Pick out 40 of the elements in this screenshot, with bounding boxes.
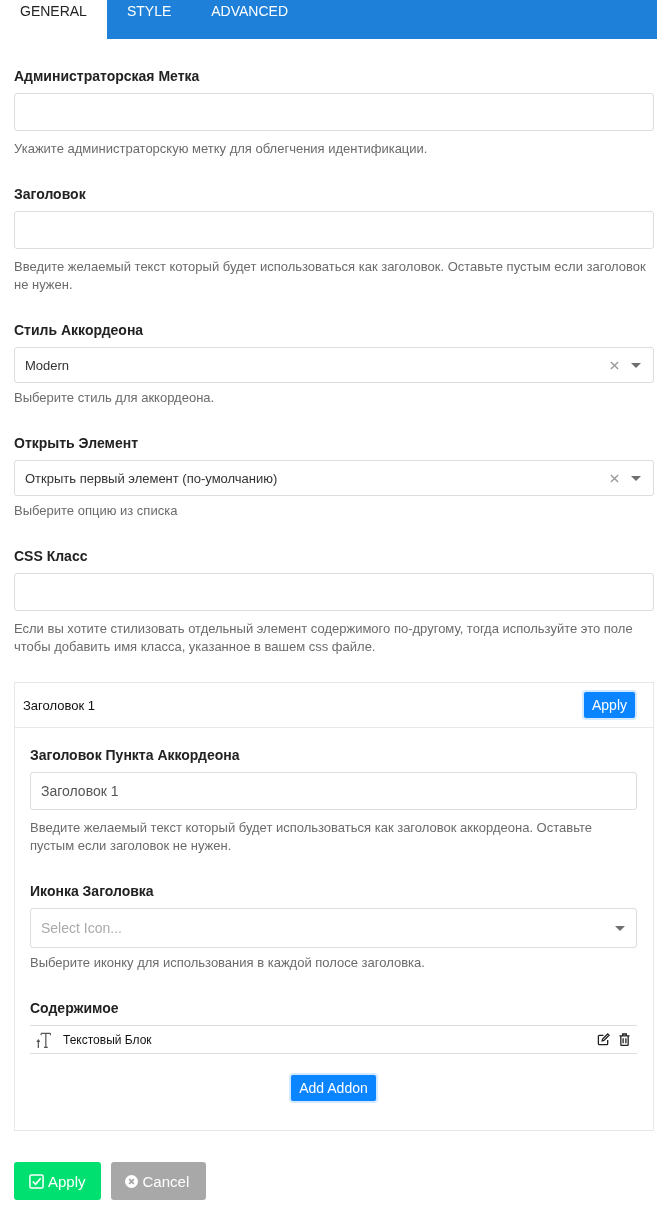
cancel-icon [124, 1174, 138, 1188]
help-text: Введите желаемый текст который будет использоваться как заголовок. Оставьте пустым если заголовок не нужен. [14, 258, 647, 294]
tab[interactable]: ADVANCED [191, 0, 309, 39]
clear-icon[interactable] [610, 473, 619, 483]
trash-icon[interactable] [619, 1033, 630, 1046]
field-label: Открыть Элемент [14, 434, 139, 453]
tab[interactable]: STYLE [106, 0, 192, 39]
field-label: Заголовок [14, 185, 87, 204]
help-text: Укажите администраторскую метку для облегчения идентификации. [14, 140, 429, 158]
dropdown[interactable]: Modern [14, 347, 654, 383]
checkbox-icon [29, 1173, 44, 1189]
icon-dropdown[interactable]: Select Icon... [30, 908, 637, 948]
field-label: Администраторская Метка [14, 67, 201, 86]
cancel-button[interactable]: Cancel [110, 1162, 207, 1200]
addon-name: Текстовый Блок [63, 1032, 153, 1047]
help-text: Введите желаемый текст который будет использоваться как заголовок аккордеона. Оставьте пустым если заголовок не нужен. [30, 819, 593, 855]
text-input[interactable]: Заголовок 1 [30, 772, 637, 810]
apply-button[interactable]: Apply [583, 692, 635, 718]
field-label: CSS Класс [14, 547, 89, 566]
help-text: Выберите опцию из списка [14, 502, 179, 520]
accordion-title[interactable]: Заголовок 1 [23, 697, 95, 713]
edit-icon[interactable] [597, 1033, 610, 1046]
help-text: Выберите иконку для использования в каждой полосе заголовка. [30, 954, 426, 972]
text-input[interactable] [14, 93, 654, 131]
field-label: Заголовок Пункта Аккордеона [30, 746, 241, 765]
section-label: Содержимое [30, 999, 120, 1018]
field-label: Стиль Аккордеона [14, 321, 145, 340]
clear-icon[interactable] [610, 360, 619, 370]
caret-icon[interactable] [631, 362, 641, 368]
dropdown[interactable]: Открыть первый элемент (по-умолчанию) [14, 460, 654, 496]
help-text: Если вы хотите стилизовать отдельный элемент содержимого по-другому, тогда используйте это поле чтобы добавить имя класса, указанное в вашем css файле. [14, 620, 634, 656]
field-label: Иконка Заголовка [30, 882, 155, 901]
help-text: Выберите стиль для аккордеона. [14, 389, 216, 407]
tab[interactable]: GENERAL [0, 0, 107, 39]
text-input[interactable] [14, 211, 654, 249]
text-input[interactable] [14, 573, 654, 611]
text-icon [36, 1030, 51, 1049]
caret-icon[interactable] [631, 475, 641, 481]
add-addon-button[interactable]: Add Addon [291, 1075, 376, 1101]
caret-icon[interactable] [615, 925, 625, 931]
